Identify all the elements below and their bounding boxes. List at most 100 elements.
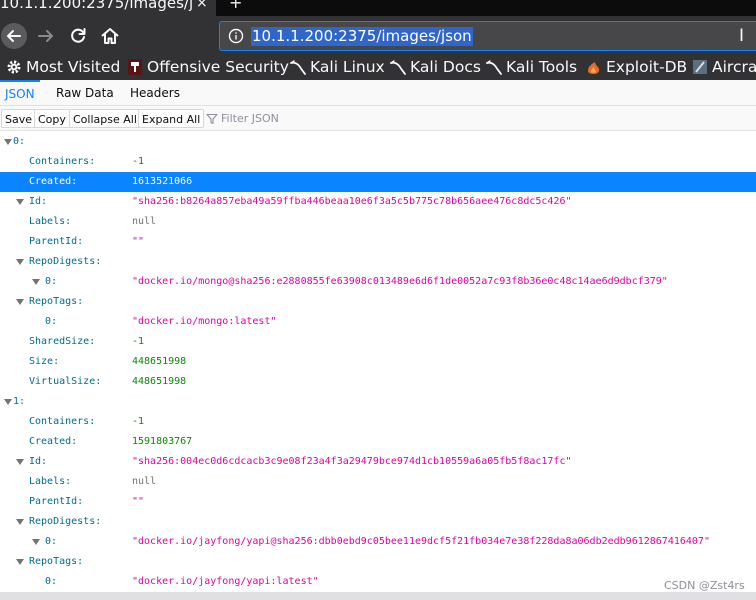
json-tree: 0: Containers: -1 Created: 1613521066 Id: "sha… [0, 132, 756, 592]
save-button[interactable]: Save [1, 109, 37, 128]
bookmark-offensive-security[interactable]: Offensive Security [127, 56, 289, 78]
row-key: ParentId: [29, 236, 84, 247]
reload-button[interactable] [66, 24, 90, 48]
tab-raw-data[interactable]: Raw Data [56, 80, 114, 106]
bookmark-most-visited[interactable]: Most Visited [6, 56, 120, 78]
url-text[interactable]: 10.1.1.200:2375/images/json [251, 27, 473, 46]
back-button[interactable] [1, 23, 27, 49]
filter-json-input[interactable] [221, 112, 311, 125]
tree-row[interactable]: SharedSize: -1 [0, 332, 756, 352]
row-value: "sha256:004ec0d6cdcacb3c9e08f23a4f3a2947… [132, 456, 572, 467]
tab-title: 10.1.1.200:2375/images/j [0, 0, 194, 12]
navigation-toolbar: 10.1.1.200:2375/images/json I [0, 16, 756, 55]
arrow-right-icon [38, 30, 53, 42]
tree-row[interactable]: Containers: -1 [0, 412, 756, 432]
row-value: "" [132, 496, 145, 507]
row-key: SharedSize: [29, 336, 96, 347]
row-key: Created: [29, 436, 78, 447]
tree-row[interactable]: VirtualSize: 448651998 [0, 372, 756, 392]
tree-row[interactable]: RepoDigests: [0, 512, 756, 532]
expand-toggle-icon[interactable] [16, 199, 24, 205]
row-value: "docker.io/mongo@sha256:e2880855fe63908c… [132, 276, 668, 287]
row-key: 0: [13, 136, 26, 147]
bookmark-kali-tools[interactable]: Kali Tools [486, 56, 577, 78]
bookmark-label: Kali Docs [410, 58, 481, 76]
expand-toggle-icon[interactable] [16, 519, 24, 525]
expand-toggle-icon[interactable] [16, 299, 24, 305]
row-key: RepoTags: [29, 296, 84, 307]
bookmark-label: Offensive Security [147, 58, 289, 76]
forward-button[interactable] [34, 24, 58, 48]
close-tab-icon[interactable]: × [196, 0, 208, 11]
tree-row[interactable]: Id: "sha256:b8264a857eba49a59ffba446beaa1… [0, 192, 756, 212]
tree-row[interactable]: 0: "docker.io/jayfong/yapi:latest" [0, 572, 756, 592]
info-icon[interactable] [228, 28, 244, 44]
bookmark-label: Kali Tools [506, 58, 578, 76]
row-key: Labels: [29, 216, 72, 227]
home-icon [101, 28, 119, 44]
row-key: Labels: [29, 476, 72, 487]
row-value: null [132, 216, 157, 227]
browser-tab[interactable]: 10.1.1.200:2375/images/j × [0, 0, 216, 16]
tree-row[interactable]: Labels: null [0, 212, 756, 232]
copy-button[interactable]: Copy [34, 109, 70, 128]
tab-json[interactable]: JSON [0, 80, 40, 106]
expand-toggle-icon[interactable] [16, 559, 24, 565]
row-value: 1591803767 [132, 436, 193, 447]
tree-row[interactable]: Created: 1613521066 [0, 172, 756, 192]
tree-row[interactable]: ParentId: "" [0, 492, 756, 512]
tree-row[interactable]: ParentId: "" [0, 232, 756, 252]
row-key: Containers: [29, 156, 96, 167]
tree-row[interactable]: Created: 1591803767 [0, 432, 756, 452]
tree-row[interactable]: Size: 448651998 [0, 352, 756, 372]
url-bar[interactable]: 10.1.1.200:2375/images/json I [219, 21, 756, 51]
row-key: RepoDigests: [29, 256, 102, 267]
tab-strip: 10.1.1.200:2375/images/j × + [0, 0, 756, 16]
expand-toggle-icon[interactable] [32, 279, 40, 285]
expand-toggle-icon[interactable] [32, 539, 40, 545]
row-key: 0: [45, 576, 58, 587]
tree-row[interactable]: Containers: -1 [0, 152, 756, 172]
tree-row[interactable]: RepoTags: [0, 552, 756, 572]
expand-toggle-icon[interactable] [16, 459, 24, 465]
home-button[interactable] [98, 24, 122, 48]
tree-row[interactable]: 0: [0, 132, 756, 152]
bookmark-exploit-db[interactable]: Exploit-DB [586, 56, 687, 78]
kali-dragon-icon [290, 60, 306, 75]
bookmark-aircrack[interactable]: Aircrac [692, 56, 756, 78]
tree-row[interactable]: 0: "docker.io/jayfong/yapi@sha256:dbb0ebd… [0, 532, 756, 552]
expand-toggle-icon[interactable] [4, 139, 12, 145]
expand-toggle-icon[interactable] [4, 399, 12, 405]
new-tab-button[interactable]: + [229, 0, 242, 12]
horizontal-scrollbar[interactable] [0, 592, 756, 600]
row-value: "docker.io/mongo:latest" [132, 316, 277, 327]
bookmark-label: Kali Linux [310, 58, 385, 76]
gear-icon [7, 60, 21, 74]
tree-row[interactable]: Id: "sha256:004ec0d6cdcacb3c9e08f23a4f3a2… [0, 452, 756, 472]
row-key: Created: [29, 176, 78, 187]
tree-row[interactable]: RepoDigests: [0, 252, 756, 272]
filter-box[interactable] [206, 110, 311, 127]
expand-toggle-icon[interactable] [16, 259, 24, 265]
tree-row[interactable]: 0: "docker.io/mongo:latest" [0, 312, 756, 332]
row-value: "docker.io/jayfong/yapi:latest" [132, 576, 319, 587]
row-value: 448651998 [132, 376, 187, 387]
exploit-db-icon [588, 62, 600, 74]
expand-all-button[interactable]: Expand All [138, 109, 205, 128]
row-key: ParentId: [29, 496, 84, 507]
tree-row[interactable]: RepoTags: [0, 292, 756, 312]
tab-headers[interactable]: Headers [130, 80, 180, 106]
tree-row[interactable]: Labels: null [0, 472, 756, 492]
tree-row[interactable]: 1: [0, 392, 756, 412]
text-cursor-icon: I [739, 26, 745, 46]
bookmark-kali-docs[interactable]: Kali Docs [390, 56, 481, 78]
row-value: 448651998 [132, 356, 187, 367]
kali-dragon-icon [390, 60, 406, 75]
collapse-all-button[interactable]: Collapse All [69, 109, 141, 128]
row-key: VirtualSize: [29, 376, 102, 387]
arrow-left-icon [7, 30, 21, 42]
row-value: -1 [132, 156, 145, 167]
bookmarks-toolbar: Most Visited Offensive Security Kali Lin… [0, 55, 756, 80]
bookmark-kali-linux[interactable]: Kali Linux [290, 56, 385, 78]
tree-row[interactable]: 0: "docker.io/mongo@sha256:e2880855fe6390… [0, 272, 756, 292]
